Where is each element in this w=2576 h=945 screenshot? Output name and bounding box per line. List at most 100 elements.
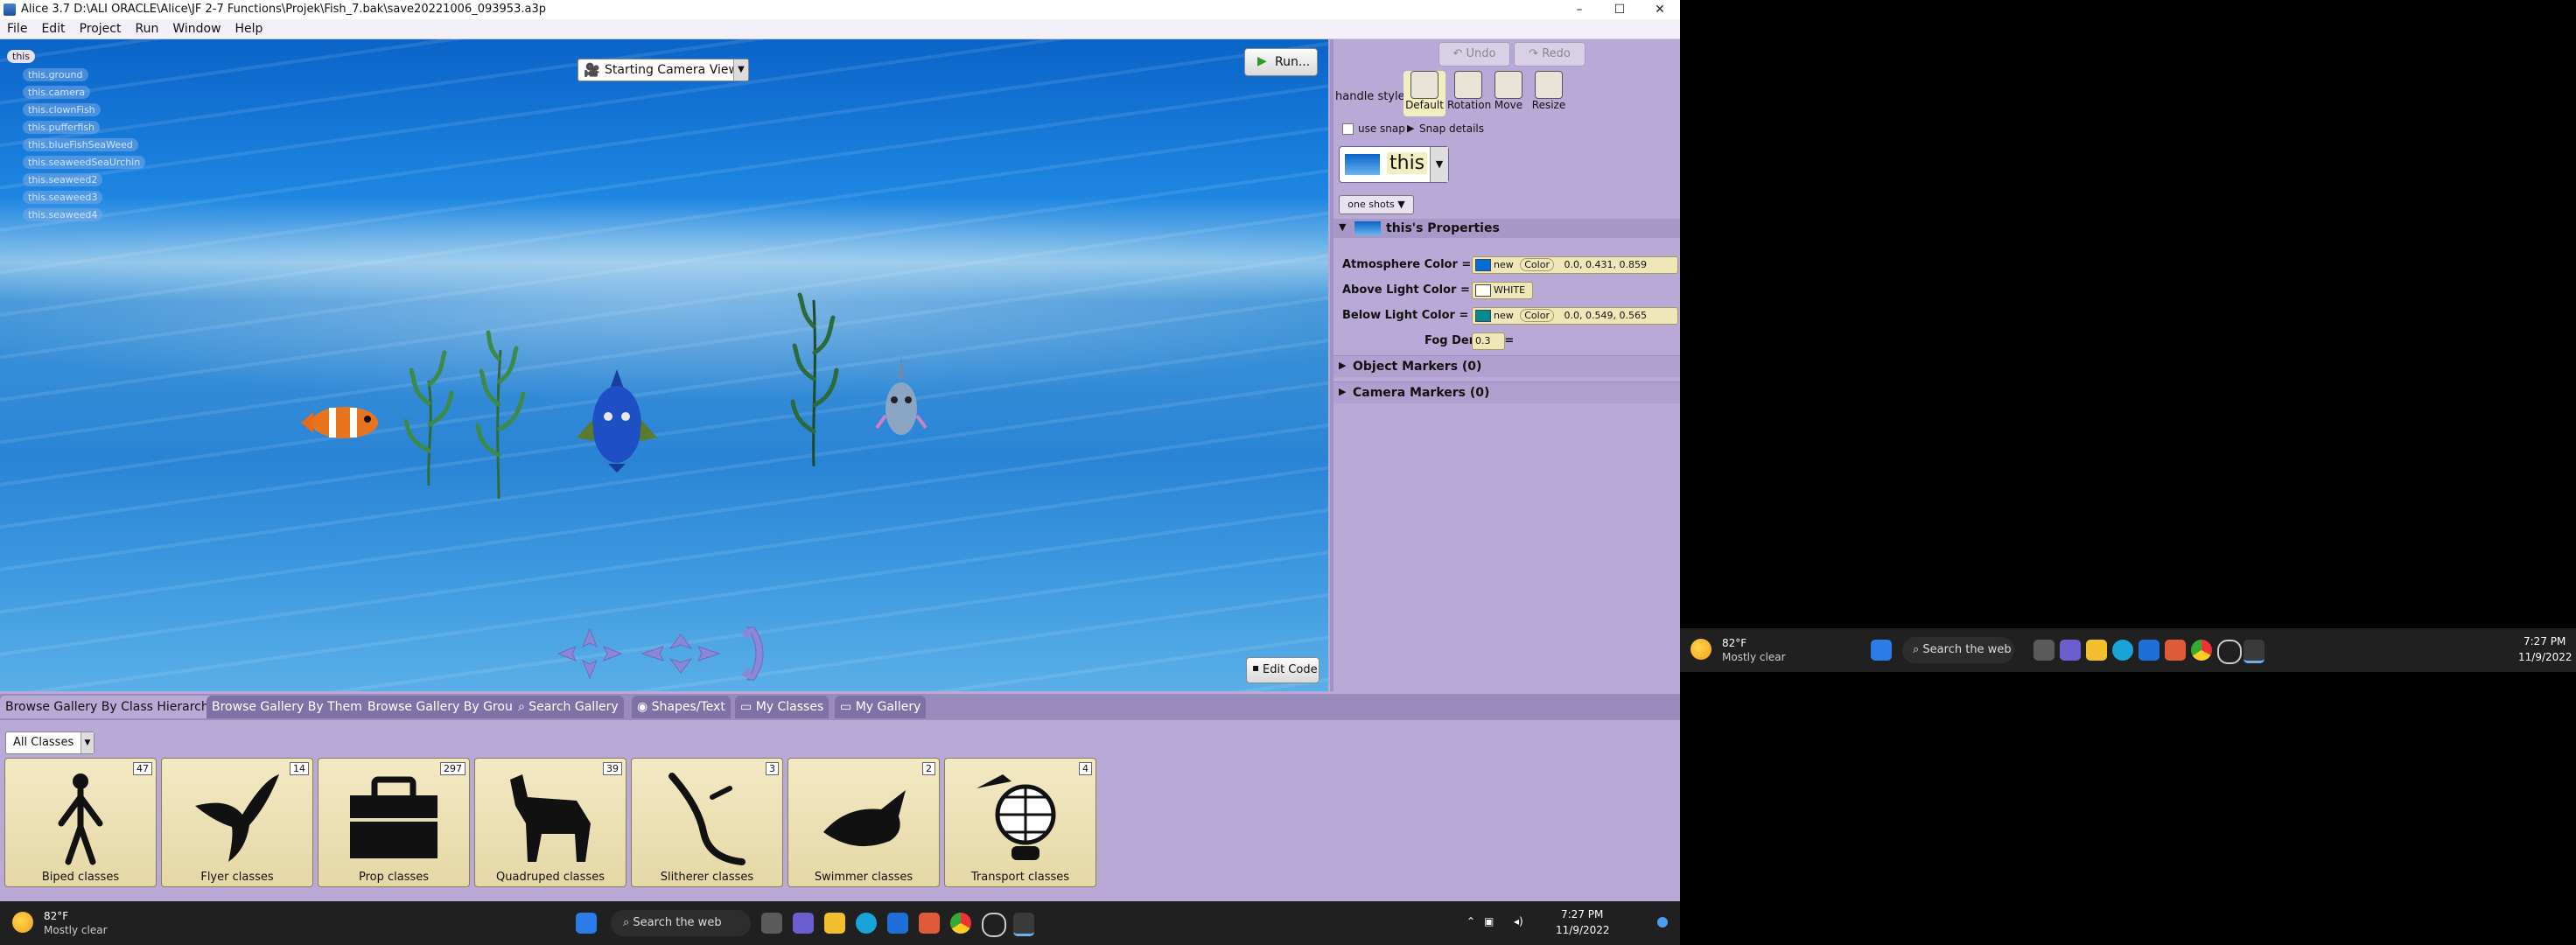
scene-tree-item[interactable]: this.seaweed4	[23, 208, 103, 221]
pufferfish[interactable]	[875, 354, 928, 451]
gallery-card-prop[interactable]: 297 Prop classes	[318, 758, 470, 887]
tab-class-hierarchy[interactable]: Browse Gallery By Class Hierarchy	[0, 696, 222, 718]
gallery-card-swimmer[interactable]: 2 Swimmer classes	[788, 758, 940, 887]
camera-pan-control[interactable]	[555, 626, 625, 682]
below-light-color-value[interactable]: new Color 0.0, 0.549, 0.565	[1472, 307, 1678, 325]
expand-triangle-icon[interactable]: ▶	[1339, 360, 1346, 371]
taskbar-search[interactable]: ⌕ Search the web	[611, 910, 751, 936]
below-light-g[interactable]: 0.549	[1586, 310, 1614, 321]
taskbar-date[interactable]: 11/9/2022	[1556, 924, 1610, 936]
snap-details-label[interactable]: Snap details	[1419, 122, 1484, 135]
handle-move-button[interactable]: Move	[1488, 71, 1530, 116]
atmosphere-r[interactable]: 0.0	[1564, 259, 1579, 270]
expand-triangle-icon[interactable]: ▶	[1407, 122, 1414, 134]
tab-by-theme[interactable]: Browse Gallery By Theme	[206, 696, 375, 718]
scene-tree-item[interactable]: this.seaweed3	[23, 191, 103, 204]
edge-icon[interactable]	[856, 913, 877, 934]
minimize-button[interactable]: –	[1559, 0, 1600, 19]
object-selector[interactable]: this ▼	[1339, 146, 1449, 183]
scene-tree-item[interactable]: this.blueFishSeaWeed	[23, 138, 138, 151]
scene-tree-item[interactable]: this.ground	[23, 68, 88, 81]
handle-rotation-button[interactable]: Rotation	[1447, 71, 1491, 116]
scene-tree-item[interactable]: this.camera	[23, 86, 91, 99]
scene-tree-item[interactable]: this.seaweedSeaUrchin	[23, 156, 146, 169]
teams-icon[interactable]	[793, 913, 814, 934]
file-explorer-icon[interactable]	[824, 913, 845, 934]
gallery-card-slitherer[interactable]: 3 Slitherer classes	[631, 758, 783, 887]
class-filter-select[interactable]: All Classes ▼	[5, 732, 94, 754]
camera-move-control[interactable]	[639, 631, 723, 676]
one-shots-button[interactable]: one shots ▼	[1339, 195, 1414, 214]
scene-tree-item[interactable]: this.seaweed2	[23, 173, 103, 186]
alice-taskbar-icon[interactable]	[2244, 640, 2264, 663]
windows-start-icon[interactable]	[576, 913, 597, 934]
taskbar-time[interactable]: 7:27 PM	[2524, 635, 2566, 648]
menu-project[interactable]: Project	[73, 19, 129, 36]
menu-edit[interactable]: Edit	[34, 19, 72, 36]
below-light-r[interactable]: 0.0	[1564, 310, 1579, 321]
scene-tree-item[interactable]: this.pufferfish	[23, 121, 101, 134]
tab-my-gallery[interactable]: ▭ My Gallery	[835, 696, 927, 718]
chrome-icon[interactable]	[2191, 640, 2212, 661]
camera-markers-section[interactable]: ▶ Camera Markers (0)	[1334, 382, 1680, 403]
weather-icon[interactable]	[12, 912, 33, 933]
taskbar-search[interactable]: ⌕ Search the web	[1902, 637, 2014, 663]
tray-chevron-icon[interactable]: ⌃	[1466, 915, 1475, 928]
network-icon[interactable]: ▣	[1484, 915, 1494, 928]
weather-icon[interactable]	[1690, 639, 1712, 660]
gallery-card-biped[interactable]: 47 Biped classes	[4, 758, 157, 887]
menu-file[interactable]: File	[0, 19, 34, 36]
tab-my-classes[interactable]: ▭ My Classes	[735, 696, 830, 718]
fog-density-value[interactable]: 0.3	[1472, 332, 1505, 350]
below-light-b[interactable]: 0.565	[1619, 310, 1647, 321]
properties-header[interactable]: ▼ this's Properties	[1334, 219, 1680, 238]
use-snap-checkbox[interactable]	[1342, 123, 1354, 135]
teams-icon[interactable]	[2060, 640, 2081, 661]
store-icon[interactable]	[919, 913, 940, 934]
mail-icon[interactable]	[2138, 640, 2160, 661]
file-explorer-icon[interactable]	[2086, 640, 2107, 661]
close-button[interactable]: ✕	[1640, 0, 1680, 19]
seaweed-1[interactable]	[402, 328, 455, 486]
tab-search-gallery[interactable]: ⌕ Search Gallery	[513, 696, 624, 718]
seaweed-3[interactable]	[788, 265, 840, 466]
taskbar-time[interactable]: 7:27 PM	[1561, 908, 1603, 920]
scene-tree-item[interactable]: this.clownFish	[23, 103, 101, 116]
redo-button[interactable]: ↷ Redo	[1514, 42, 1586, 66]
windows-start-icon[interactable]	[1871, 640, 1892, 661]
scene-view[interactable]: this this.ground this.camera this.clownF…	[0, 39, 1328, 691]
menu-help[interactable]: Help	[228, 19, 270, 36]
mail-icon[interactable]	[887, 913, 908, 934]
notification-icon[interactable]	[1657, 917, 1668, 928]
atmosphere-b[interactable]: 0.859	[1619, 259, 1647, 270]
run-button[interactable]: ▶ Run...	[1244, 48, 1318, 76]
gallery-card-quadruped[interactable]: 39 Quadruped classes	[474, 758, 626, 887]
undo-button[interactable]: ↶ Undo	[1438, 42, 1510, 66]
clown-fish[interactable]	[298, 398, 385, 447]
seaweed-2[interactable]	[472, 298, 525, 499]
menu-window[interactable]: Window	[165, 19, 228, 36]
volume-icon[interactable]: ◂)	[1514, 915, 1523, 928]
menu-run[interactable]: Run	[128, 19, 165, 36]
camera-view-selector[interactable]: 🎥 Starting Camera View ▼	[578, 59, 749, 81]
edit-code-button[interactable]: ▪ Edit Code	[1246, 657, 1320, 683]
atmosphere-g[interactable]: 0.431	[1586, 259, 1614, 270]
tab-shapes-text[interactable]: ◉ Shapes/Text	[632, 696, 731, 718]
clock-icon[interactable]	[982, 913, 1006, 937]
task-view-icon[interactable]	[2034, 640, 2054, 661]
gallery-card-flyer[interactable]: 14 Flyer classes	[161, 758, 313, 887]
taskbar-date[interactable]: 11/9/2022	[2518, 651, 2572, 663]
collapse-triangle-icon[interactable]: ▼	[1339, 221, 1346, 233]
tab-by-group[interactable]: Browse Gallery By Group	[362, 696, 526, 718]
alice-taskbar-icon[interactable]	[1013, 913, 1034, 936]
store-icon[interactable]	[2165, 640, 2186, 661]
object-markers-section[interactable]: ▶ Object Markers (0)	[1334, 355, 1680, 377]
maximize-button[interactable]: ☐	[1600, 0, 1640, 19]
above-light-color-value[interactable]: WHITE	[1472, 282, 1533, 299]
atmosphere-color-value[interactable]: new Color 0.0, 0.431, 0.859	[1472, 256, 1678, 274]
expand-triangle-icon[interactable]: ▶	[1339, 386, 1346, 397]
handle-default-button[interactable]: Default	[1404, 71, 1446, 116]
chrome-icon[interactable]	[950, 913, 971, 934]
clock-icon[interactable]	[2217, 640, 2242, 664]
camera-tilt-control[interactable]	[735, 624, 770, 683]
